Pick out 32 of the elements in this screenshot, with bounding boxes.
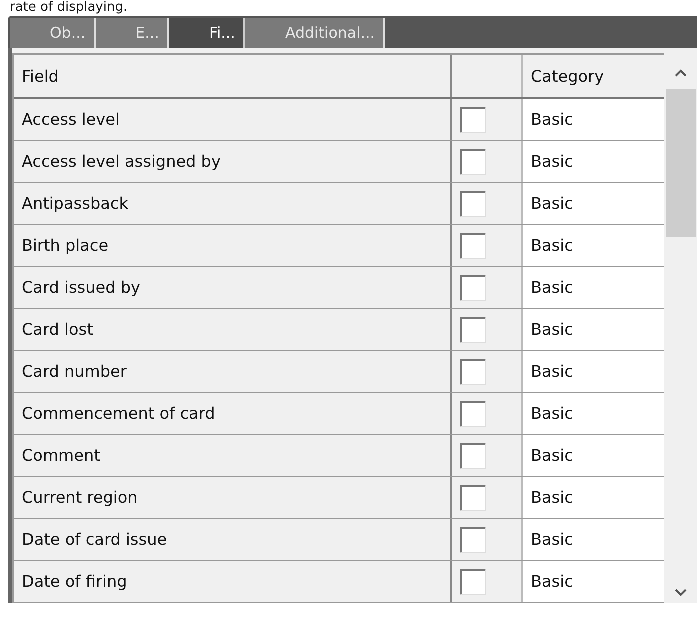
checkbox[interactable] — [460, 358, 486, 384]
category-cell: Basic — [523, 393, 664, 434]
tab[interactable]: Ob... — [10, 18, 96, 48]
category-cell: Basic — [523, 519, 664, 560]
checkbox[interactable] — [460, 106, 486, 132]
scroll-up-icon[interactable] — [674, 69, 687, 77]
scroll-down-icon[interactable] — [674, 589, 687, 597]
tab[interactable]: Additional... — [245, 18, 386, 48]
checkbox[interactable] — [460, 484, 486, 510]
category-cell: Basic — [523, 225, 664, 266]
category-cell: Basic — [523, 141, 664, 182]
category-cell: Basic — [523, 267, 664, 308]
tab[interactable]: Fi... — [169, 18, 246, 48]
checkbox[interactable] — [460, 274, 486, 300]
checkbox[interactable] — [460, 526, 486, 552]
checkbox[interactable] — [460, 442, 486, 468]
checkbox[interactable] — [460, 316, 486, 342]
category-cell: Basic — [523, 477, 664, 518]
category-cell: Basic — [523, 561, 664, 602]
checkbox[interactable] — [460, 232, 486, 258]
category-cell: Basic — [523, 351, 664, 392]
checkbox[interactable] — [460, 148, 486, 174]
tab[interactable]: E... — [96, 18, 170, 48]
scroll-thumb[interactable] — [666, 89, 696, 237]
category-cell: Basic — [523, 99, 664, 140]
category-cell: Basic — [523, 309, 664, 350]
checkbox[interactable] — [460, 568, 486, 594]
checkbox[interactable] — [460, 190, 486, 216]
caption-text: rate of displaying. — [9, 0, 129, 16]
checkbox[interactable] — [460, 400, 486, 426]
category-cell: Basic — [523, 183, 664, 224]
category-cell: Basic — [523, 435, 664, 476]
